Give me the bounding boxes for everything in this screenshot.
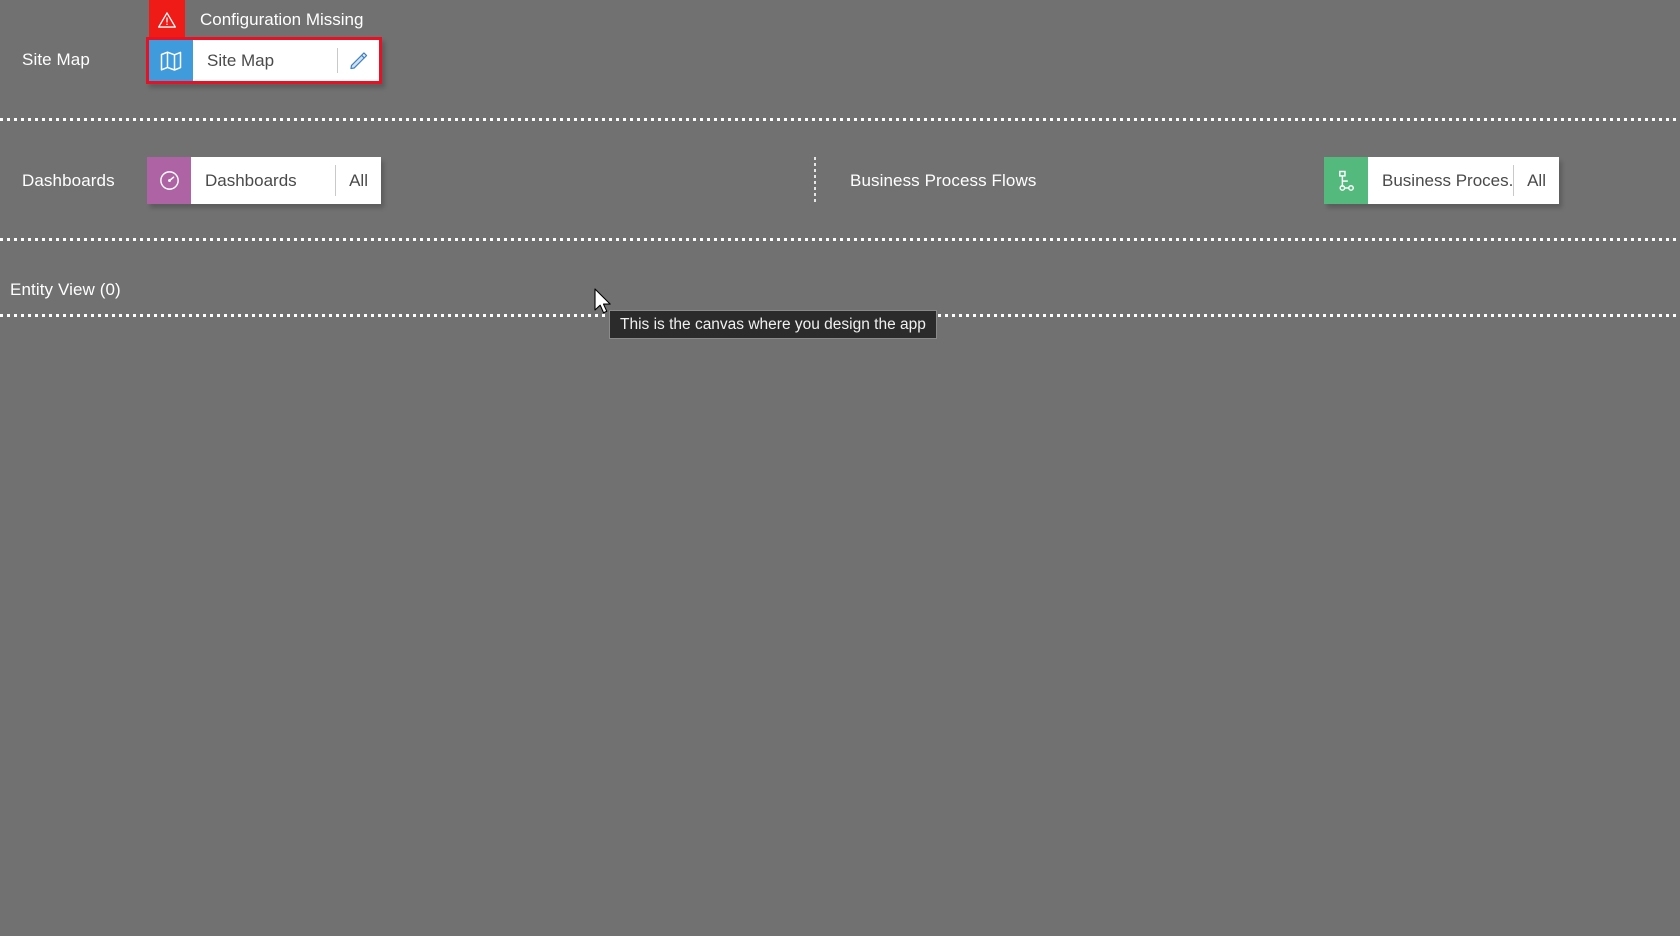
sitemap-tile-title: Site Map xyxy=(207,50,275,70)
row-label-entity-view: Entity View (0) xyxy=(10,280,121,299)
sitemap-icon xyxy=(149,40,193,81)
canvas-tooltip: This is the canvas where you design the … xyxy=(609,310,937,339)
business-process-flows-tile-scope: All xyxy=(1527,170,1546,190)
canvas-tooltip-text: This is the canvas where you design the … xyxy=(620,315,926,333)
dashboards-tile-title: Dashboards xyxy=(205,170,297,190)
dashboard-gauge-icon xyxy=(147,157,191,204)
row-label-business-process-flows: Business Process Flows xyxy=(850,171,1037,190)
process-flow-icon xyxy=(1324,157,1368,204)
dashboards-row: Dashboards Dashboards All Business Proce… xyxy=(0,120,1680,241)
row-label-dashboards: Dashboards xyxy=(22,171,115,190)
dashboards-tile-scope: All xyxy=(349,170,368,190)
sitemap-tile[interactable]: Site Map xyxy=(146,37,382,84)
configuration-missing-label: Configuration Missing xyxy=(200,10,364,29)
dashboards-tile[interactable]: Dashboards All xyxy=(147,157,381,204)
row-label-sitemap: Site Map xyxy=(22,50,90,69)
entity-view-row: Entity View (0) xyxy=(0,240,1680,318)
sitemap-row: Site Map Configuration Missing Site Map xyxy=(0,0,1680,121)
configuration-missing-banner: Configuration Missing xyxy=(149,0,363,40)
empty-design-surface[interactable] xyxy=(0,318,1680,936)
app-designer-canvas[interactable]: Site Map Configuration Missing Site Map … xyxy=(0,0,1680,936)
edit-pencil-icon[interactable] xyxy=(338,40,379,81)
business-process-flows-tile-title: Business Proces... xyxy=(1382,170,1514,190)
business-process-flows-tile[interactable]: Business Proces... All xyxy=(1324,157,1559,204)
warning-triangle-icon xyxy=(149,0,185,40)
section-vertical-divider xyxy=(814,157,816,205)
